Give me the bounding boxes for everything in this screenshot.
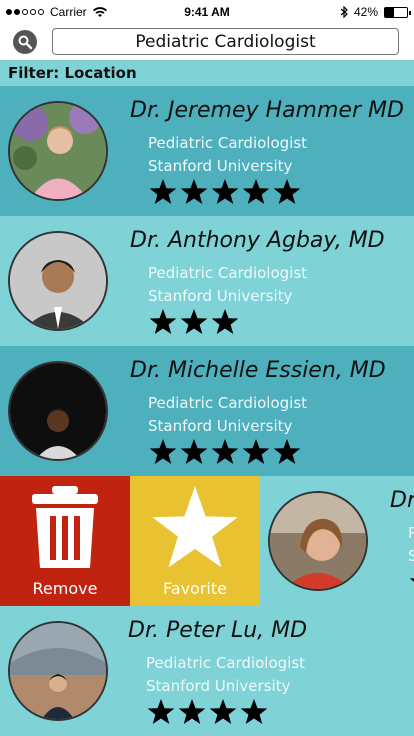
- doctor-specialty: Pediatric Cardiologist: [146, 654, 306, 672]
- star-icon: [409, 578, 414, 582]
- star-icon: [242, 439, 270, 464]
- doctor-row-content: Dr P S: [260, 476, 414, 606]
- avatar: [8, 101, 108, 201]
- rating-stars: [148, 307, 241, 337]
- avatar: [8, 231, 108, 331]
- rating-stars: [148, 437, 303, 467]
- star-icon: [149, 439, 177, 464]
- rating-stars: [148, 177, 303, 207]
- star-icon: [180, 439, 208, 464]
- star-icon: [149, 179, 177, 204]
- doctor-name: Dr. Peter Lu, MD: [128, 618, 308, 643]
- search-input[interactable]: [52, 28, 399, 55]
- doctor-name: Dr. Michelle Essien, MD: [130, 358, 386, 383]
- doctor-name: Dr. Anthony Agbay, MD: [130, 228, 385, 253]
- doctor-name: Dr: [390, 488, 414, 513]
- doctor-institution: Stanford University: [148, 157, 293, 175]
- doctor-institution: Stanford University: [146, 677, 291, 695]
- doctor-specialty: Pediatric Cardiologist: [148, 264, 308, 282]
- star-icon: [211, 439, 239, 464]
- doctor-row-swiped[interactable]: Remove Favorite Dr P S: [0, 476, 414, 606]
- doctor-row[interactable]: Dr. Anthony Agbay, MD Pediatric Cardiolo…: [0, 216, 414, 346]
- star-icon: [211, 179, 239, 204]
- battery-percent: 42%: [353, 5, 378, 19]
- star-icon: [180, 309, 208, 334]
- favorite-label: Favorite: [163, 579, 227, 598]
- avatar: [268, 491, 368, 591]
- star-icon: [273, 179, 301, 204]
- star-icon: [240, 699, 268, 724]
- battery-icon: [384, 6, 411, 18]
- favorite-button[interactable]: Favorite: [130, 476, 260, 606]
- doctor-name: Dr. Jeremey Hammer MD: [130, 98, 404, 123]
- doctor-institution: S: [408, 547, 414, 565]
- star-icon: [152, 486, 238, 568]
- status-bar: Carrier 9:41 AM 42%: [0, 0, 414, 24]
- status-right: 42%: [340, 5, 411, 19]
- rating-stars: [146, 697, 270, 727]
- bluetooth-icon: [340, 6, 348, 18]
- filter-location[interactable]: Filter: Location: [0, 60, 414, 86]
- avatar: [8, 361, 108, 461]
- remove-button[interactable]: Remove: [0, 476, 130, 606]
- star-icon: [211, 309, 239, 334]
- search-icon[interactable]: [13, 30, 37, 54]
- doctor-institution: Stanford University: [148, 417, 293, 435]
- star-icon: [242, 179, 270, 204]
- search-bar: [0, 24, 414, 60]
- star-icon: [209, 699, 237, 724]
- rating-stars: [408, 567, 414, 597]
- star-icon: [178, 699, 206, 724]
- doctor-row[interactable]: Dr. Peter Lu, MD Pediatric Cardiologist …: [0, 606, 414, 736]
- star-icon: [147, 699, 175, 724]
- doctor-row[interactable]: Dr. Jeremey Hammer MD Pediatric Cardiolo…: [0, 86, 414, 216]
- doctor-specialty: Pediatric Cardiologist: [148, 134, 308, 152]
- doctor-specialty: P: [408, 524, 414, 542]
- remove-label: Remove: [32, 579, 98, 598]
- trash-icon: [32, 486, 98, 568]
- doctor-institution: Stanford University: [148, 287, 293, 305]
- avatar: [8, 621, 108, 721]
- doctor-specialty: Pediatric Cardiologist: [148, 394, 308, 412]
- star-icon: [273, 439, 301, 464]
- doctor-row[interactable]: Dr. Michelle Essien, MD Pediatric Cardio…: [0, 346, 414, 476]
- star-icon: [180, 179, 208, 204]
- star-icon: [149, 309, 177, 334]
